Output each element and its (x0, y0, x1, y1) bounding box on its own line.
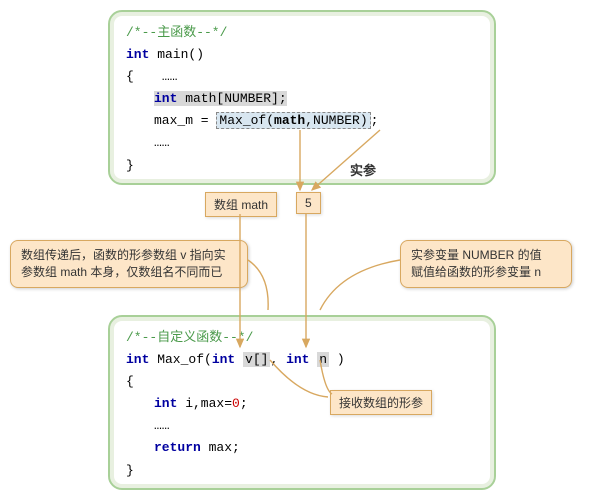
main-function-panel: /*--主函数--*/ int main() { …… int math[NUMB… (108, 10, 496, 185)
param-n: n (317, 352, 329, 367)
kw-int: int (212, 352, 235, 367)
fn-name: Max_of( (149, 352, 211, 367)
callout-array-pass: 数组传递后，函数的形参数组 v 指向实参数组 math 本身，仅数组名不同而已 (10, 240, 248, 288)
brace: } (126, 463, 134, 478)
brace: } (126, 158, 134, 173)
decl-array: math[NUMBER]; (177, 91, 286, 106)
call-highlight: Max_of(math,NUMBER) (216, 112, 370, 129)
ellipsis: …… (154, 418, 170, 433)
semicolon: ; (371, 113, 379, 128)
ellipsis: …… (162, 69, 178, 84)
fn-name: main() (149, 47, 204, 62)
assign-lhs: max_m = (154, 113, 216, 128)
tag-five: 5 (296, 192, 321, 214)
call-name: Max_of( (219, 113, 274, 128)
callout-number-pass: 实参变量 NUMBER 的值赋值给函数的形参变量 n (400, 240, 572, 288)
ellipsis: …… (154, 135, 170, 150)
brace: { (126, 374, 134, 389)
label-actual-args: 实参 (350, 160, 376, 179)
comment: /*--主函数--*/ (126, 25, 227, 40)
kw-int: int (126, 47, 149, 62)
kw-return: return (154, 440, 201, 455)
tag-array-math: 数组 math (205, 192, 277, 217)
kw-int: int (154, 91, 177, 106)
custom-function-panel: /*--自定义函数--*/ int Max_of(int v[], int n … (108, 315, 496, 490)
arg-math: math (274, 113, 305, 128)
brace: { (126, 69, 134, 84)
kw-int: int (154, 396, 177, 411)
tag-recv-array: 接收数组的形参 (330, 390, 432, 415)
kw-int: int (286, 352, 309, 367)
arg-rest: ,NUMBER) (305, 113, 367, 128)
comment: /*--自定义函数--*/ (126, 330, 253, 345)
kw-int: int (126, 352, 149, 367)
param-v: v[] (243, 352, 270, 367)
